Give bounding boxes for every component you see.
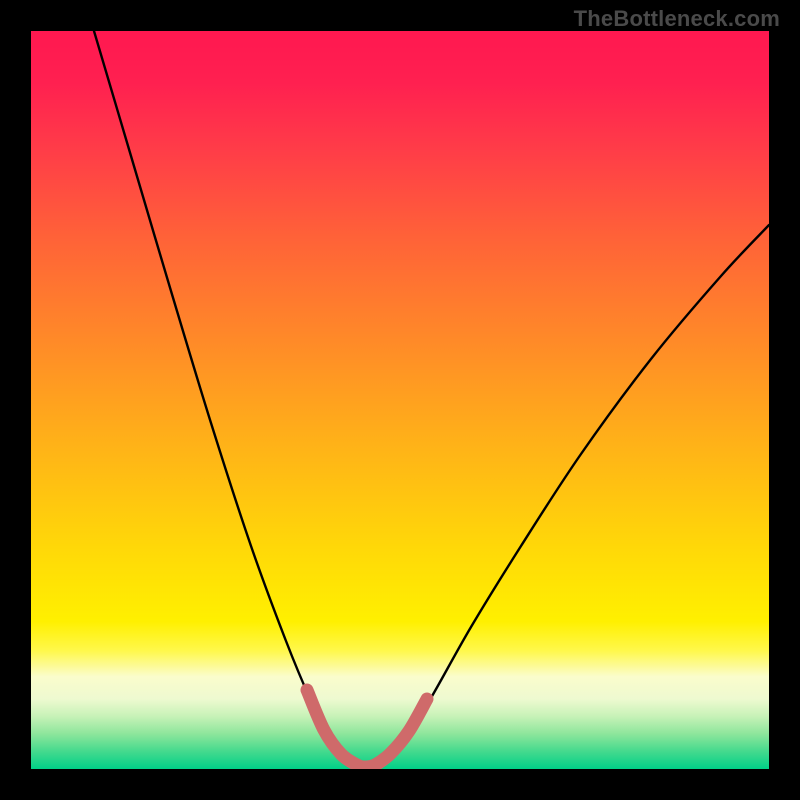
watermark-text: TheBottleneck.com xyxy=(574,6,780,32)
gradient-background xyxy=(31,31,769,769)
chart-frame: TheBottleneck.com xyxy=(0,0,800,800)
plot-area xyxy=(31,31,769,769)
bottleneck-chart-svg xyxy=(31,31,769,769)
